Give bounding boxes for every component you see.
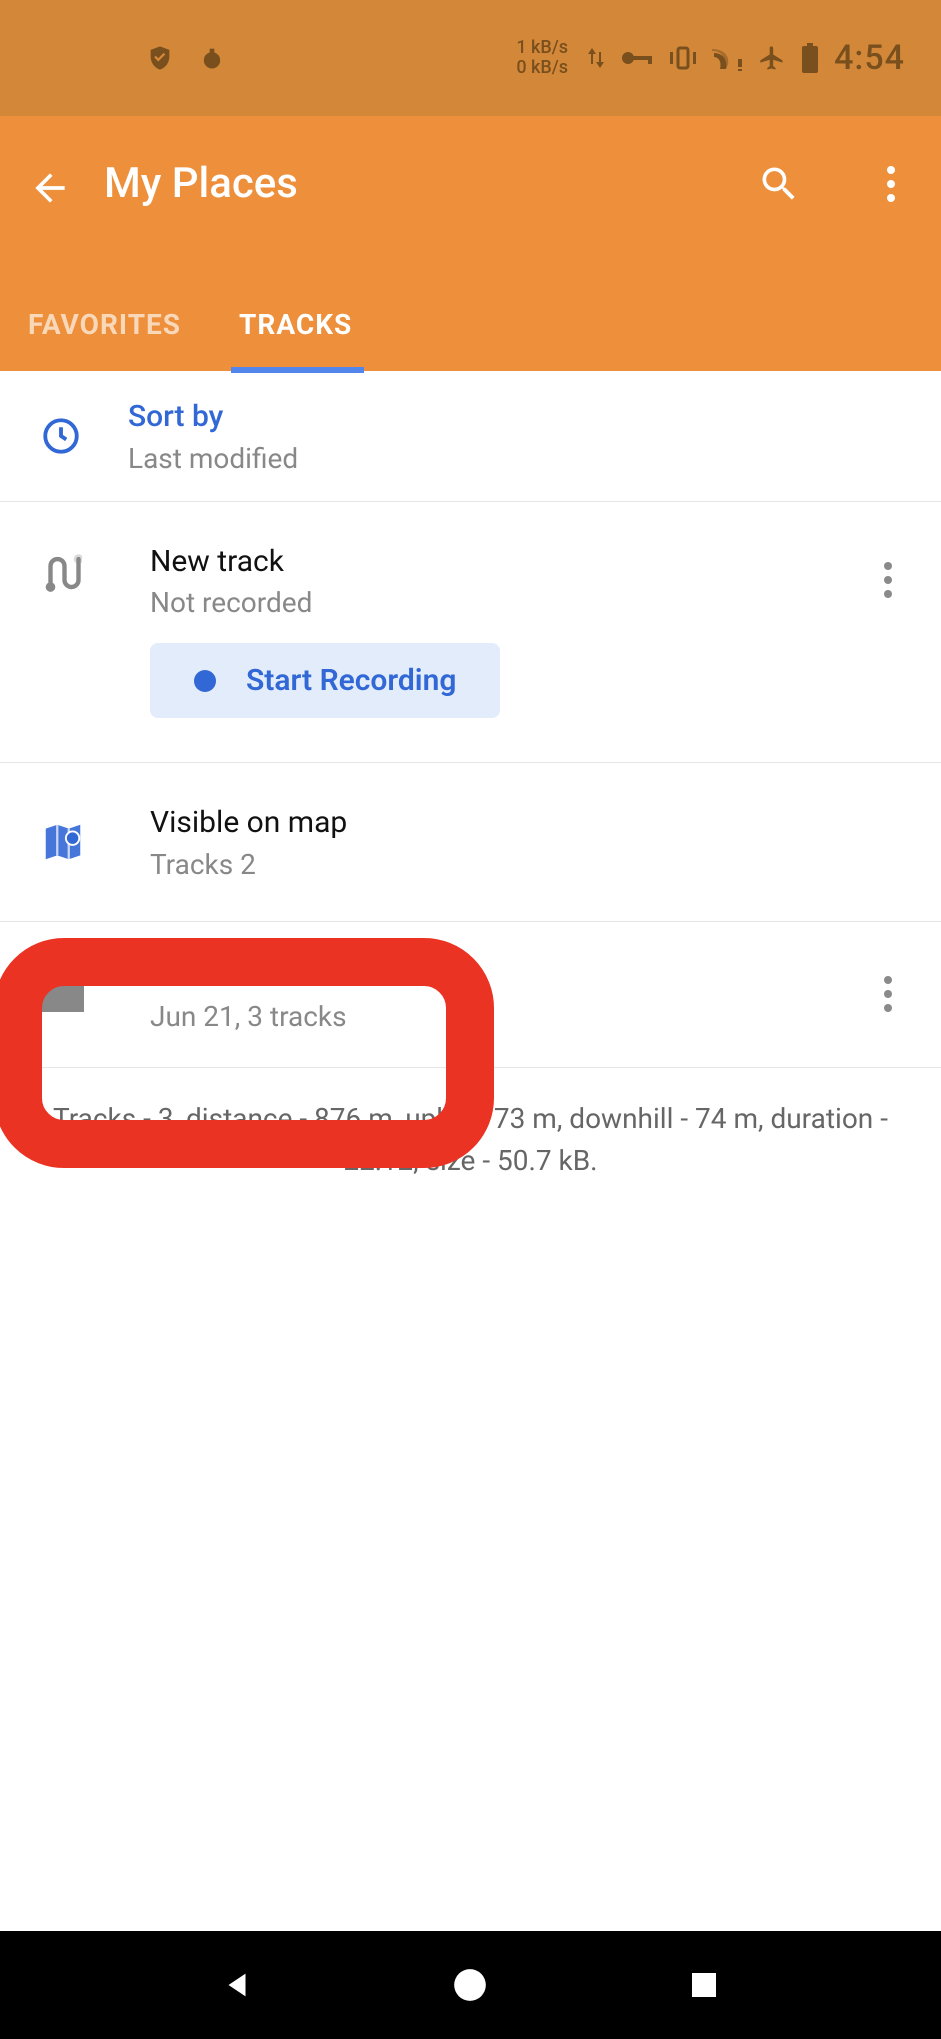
folder-icon [40,976,84,1012]
folder-title: Rec [150,956,863,997]
shield-check-icon [146,44,174,72]
search-button[interactable] [757,162,801,206]
sort-label: Sort by [128,397,913,438]
network-speed: 1 kB/s 0 kB/s [516,38,568,78]
nav-home-button[interactable] [448,1963,492,2007]
sort-value: Last modified [128,442,913,475]
app-bar: My Places [0,116,941,251]
vibrate-icon [668,46,698,70]
clock-time: 4:54 [834,38,905,78]
lantern-icon [198,44,226,72]
new-track-subtitle: Not recorded [150,586,863,619]
route-icon [40,552,82,594]
tab-tracks[interactable]: TRACKS [239,282,382,371]
sort-by-row[interactable]: Sort by Last modified [0,371,941,502]
folder-menu-button[interactable] [863,976,913,1012]
system-nav-bar [0,1931,941,2039]
start-recording-label: Start Recording [246,663,456,698]
tracks-summary: Tracks - 3, distance - 876 m, uphill - 7… [0,1068,941,1212]
overflow-menu-button[interactable] [869,162,913,206]
wifi-alert-icon [712,45,744,71]
new-track-row: New track Not recorded Start Recording [0,502,941,764]
record-dot-icon [194,670,216,692]
vpn-key-icon [620,48,654,68]
clock-icon [40,415,82,457]
page-title: My Places [104,159,717,208]
map-icon [40,819,86,865]
nav-recent-button[interactable] [682,1963,726,2007]
battery-icon [800,43,820,73]
folder-subtitle: Jun 21, 3 tracks [150,1000,863,1033]
new-track-title: New track [150,542,863,583]
tab-favorites[interactable]: FAVORITES [28,282,211,371]
tab-bar: FAVORITES TRACKS [0,251,941,371]
status-bar: 1 kB/s 0 kB/s 4:54 [0,0,941,116]
visible-title: Visible on map [150,803,913,844]
folder-rec-row[interactable]: Rec Jun 21, 3 tracks [0,922,941,1069]
back-button[interactable] [28,166,64,202]
visible-subtitle: Tracks 2 [150,848,913,881]
new-track-menu-button[interactable] [863,542,913,598]
start-recording-button[interactable]: Start Recording [150,643,500,718]
visible-on-map-row[interactable]: Visible on map Tracks 2 [0,763,941,922]
nav-back-button[interactable] [215,1963,259,2007]
arrows-updown-icon [586,44,606,72]
airplane-icon [758,44,786,72]
